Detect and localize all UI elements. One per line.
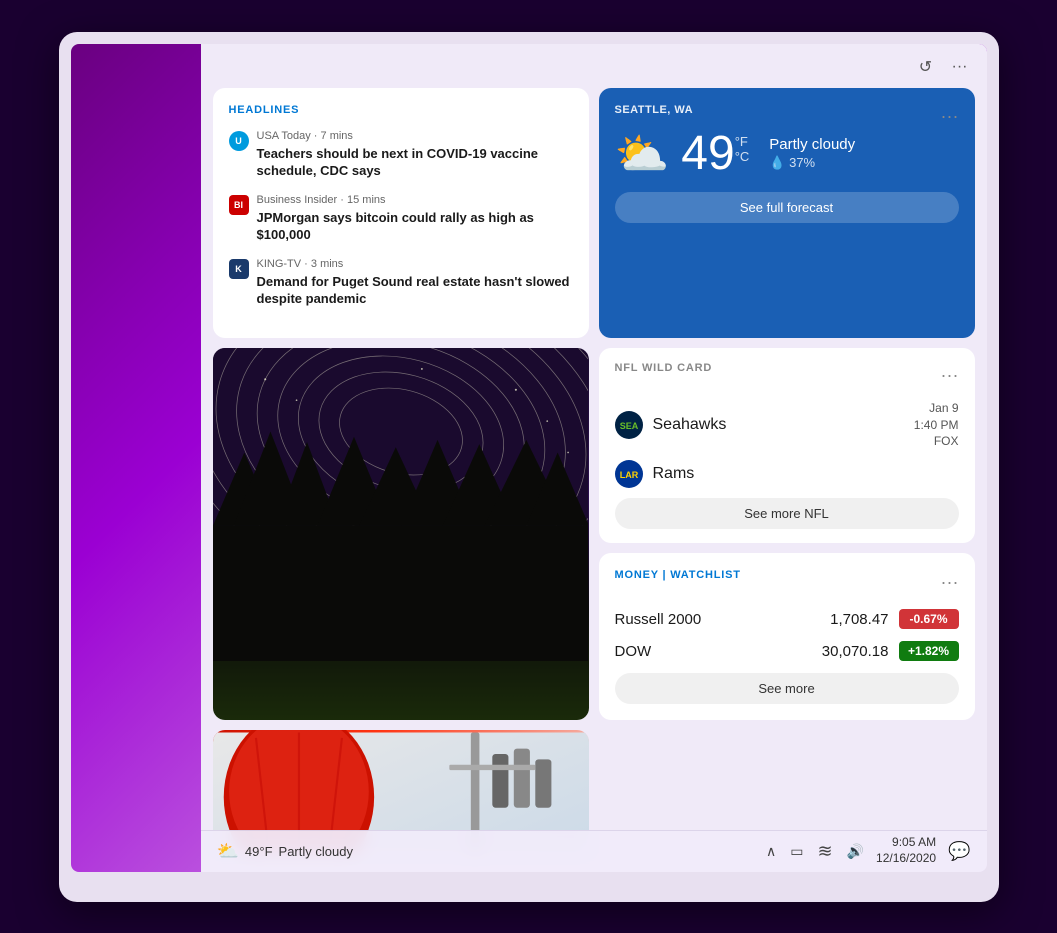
- russell-2000-value: 1,708.47: [830, 611, 888, 628]
- weather-temperature: 49: [681, 130, 734, 178]
- svg-text:SEA: SEA: [619, 421, 638, 431]
- taskbar-weather: ⛅ 49°F Partly cloudy: [217, 841, 353, 862]
- news-item-1-content: USA Today · 7 mins Teachers should be ne…: [257, 130, 573, 180]
- widgets-grid: HEADLINES U USA Today · 7 mins Teachers …: [213, 88, 975, 854]
- dow-change: +1.82%: [899, 641, 959, 661]
- news-item-2-meta: Business Insider · 15 mins: [257, 194, 573, 206]
- star-trails-svg: [213, 348, 589, 661]
- laptop-frame: ↺ ··· HEADLINES U USA Today · 7: [59, 32, 999, 902]
- star-trails-image-card: NBC NBC News · 6 mins Quadrantid meteor …: [213, 348, 589, 720]
- nfl-sports-card: NFL WILD CARD ··· SEA Seahawks: [599, 348, 975, 543]
- rams-name: Rams: [653, 465, 959, 483]
- taskbar-weather-icon: ⛅: [217, 841, 239, 862]
- star-trails-image: [213, 348, 589, 720]
- headlines-label: HEADLINES: [229, 104, 573, 116]
- seahawks-name: Seahawks: [653, 416, 904, 434]
- weather-unit: °F °C: [735, 134, 750, 164]
- widgets-area: HEADLINES U USA Today · 7 mins Teachers …: [213, 88, 975, 854]
- widget-panel: ↺ ··· HEADLINES U USA Today · 7: [201, 44, 987, 872]
- weather-forecast-button[interactable]: See full forecast: [615, 192, 959, 223]
- weather-icon: ⛅: [615, 128, 670, 180]
- news-item-3-headline: Demand for Puget Sound real estate hasn'…: [257, 273, 573, 308]
- headlines-card: HEADLINES U USA Today · 7 mins Teachers …: [213, 88, 589, 338]
- money-more-button[interactable]: ···: [941, 573, 959, 591]
- rams-icon: LAR: [615, 460, 643, 488]
- money-watchlist-card: MONEY | WATCHLIST ··· Russell 2000 1,708…: [599, 553, 975, 720]
- russell-2000-row: Russell 2000 1,708.47 -0.67%: [615, 609, 959, 629]
- dow-values: 30,070.18 +1.82%: [822, 641, 959, 661]
- taskbar-icons: ∧ ▭ ≋ 🔊: [766, 841, 864, 862]
- dow-name: DOW: [615, 643, 652, 660]
- nfl-label: NFL WILD CARD: [615, 362, 713, 374]
- seahawks-icon: SEA: [615, 411, 643, 439]
- russell-2000-name: Russell 2000: [615, 611, 702, 628]
- refresh-icon[interactable]: ↺: [915, 56, 937, 78]
- taskbar: ⛅ 49°F Partly cloudy ∧ ▭ ≋ 🔊 9:05 AM 12/…: [201, 830, 987, 872]
- weather-card: SEATTLE, WA ··· ⛅ 49 °F °C: [599, 88, 975, 338]
- top-bar: ↺ ···: [213, 56, 975, 78]
- news-item-3[interactable]: K KING-TV · 3 mins Demand for Puget Soun…: [229, 258, 573, 308]
- usatoday-icon: U: [229, 131, 249, 151]
- see-more-nfl-button[interactable]: See more NFL: [615, 498, 959, 529]
- taskbar-temp: 49°F: [245, 844, 273, 859]
- news-item-1[interactable]: U USA Today · 7 mins Teachers should be …: [229, 130, 573, 180]
- svg-text:LAR: LAR: [619, 470, 638, 480]
- weather-condition: Partly cloudy: [769, 136, 855, 153]
- news-item-1-meta: USA Today · 7 mins: [257, 130, 573, 142]
- weather-location: SEATTLE, WA: [615, 104, 694, 116]
- screen: ↺ ··· HEADLINES U USA Today · 7: [71, 44, 987, 872]
- taskbar-wifi-icon: ≋: [817, 841, 832, 862]
- taskbar-time: 9:05 AM 12/16/2020: [876, 835, 936, 866]
- weather-more-button[interactable]: ···: [941, 107, 959, 125]
- weather-main: ⛅ 49 °F °C Partly cloudy 💧 37%: [615, 128, 959, 180]
- russell-2000-change: -0.67%: [899, 609, 959, 629]
- weather-rain: 💧 37%: [769, 155, 855, 171]
- news-item-1-headline: Teachers should be next in COVID-19 vacc…: [257, 145, 573, 180]
- news-item-2-content: Business Insider · 15 mins JPMorgan says…: [257, 194, 573, 244]
- dow-value: 30,070.18: [822, 643, 889, 660]
- businessinsider-icon: BI: [229, 195, 249, 215]
- taskbar-battery-icon: ▭: [790, 843, 803, 860]
- weather-temp-group: 49 °F °C: [681, 130, 749, 178]
- sports-more-button[interactable]: ···: [941, 366, 959, 384]
- money-label: MONEY | WATCHLIST: [615, 569, 741, 581]
- news-item-3-content: KING-TV · 3 mins Demand for Puget Sound …: [257, 258, 573, 308]
- taskbar-chat-icon[interactable]: 💬: [948, 841, 970, 862]
- taskbar-condition: Partly cloudy: [279, 844, 353, 859]
- more-options-icon[interactable]: ···: [949, 56, 971, 78]
- game-schedule: Jan 9 1:40 PM FOX: [914, 400, 959, 450]
- weather-description: Partly cloudy 💧 37%: [769, 136, 855, 171]
- news-item-3-meta: KING-TV · 3 mins: [257, 258, 573, 270]
- seahawks-row: SEA Seahawks Jan 9 1:40 PM FOX: [615, 400, 959, 450]
- news-item-2[interactable]: BI Business Insider · 15 mins JPMorgan s…: [229, 194, 573, 244]
- dow-row: DOW 30,070.18 +1.82%: [615, 641, 959, 661]
- see-more-money-button[interactable]: See more: [615, 673, 959, 704]
- kingtv-icon: K: [229, 259, 249, 279]
- rams-row: LAR Rams: [615, 460, 959, 488]
- taskbar-chevron-icon[interactable]: ∧: [766, 843, 776, 860]
- taskbar-volume-icon[interactable]: 🔊: [847, 843, 864, 860]
- news-item-2-headline: JPMorgan says bitcoin could rally as hig…: [257, 209, 573, 244]
- russell-2000-values: 1,708.47 -0.67%: [830, 609, 958, 629]
